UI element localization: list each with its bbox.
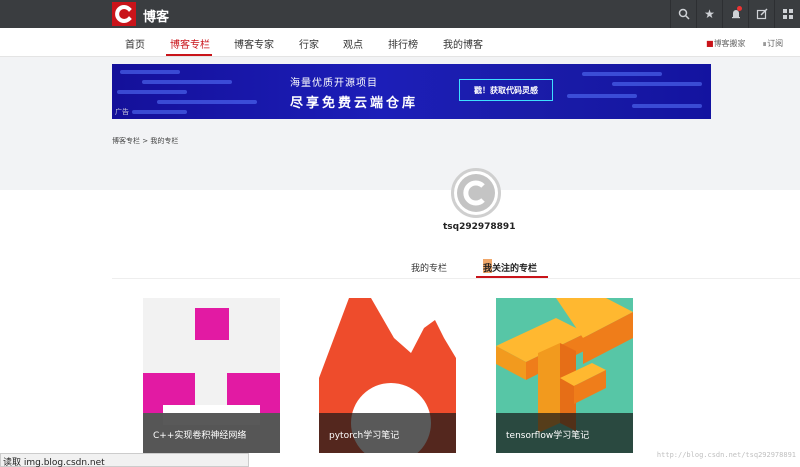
- nav-active-underline: [166, 54, 212, 56]
- top-icon-group: ★: [670, 0, 800, 28]
- csdn-logo[interactable]: [112, 2, 136, 26]
- subscribe-link[interactable]: ∎订阅: [762, 38, 783, 49]
- nav-item-my-blog[interactable]: 我的博客: [443, 36, 483, 51]
- breadcrumb[interactable]: 博客专栏 > 我的专栏: [112, 136, 178, 146]
- nav-item-blog-columns[interactable]: 博客专栏: [170, 36, 210, 51]
- bell-icon[interactable]: [722, 0, 748, 28]
- watermark: http://blog.csdn.net/tsq292978891: [656, 451, 796, 459]
- column-title: C++实现卷积神经网络: [143, 413, 280, 453]
- column-title: pytorch学习笔记: [319, 413, 456, 453]
- nav-item-rankings[interactable]: 排行榜: [388, 36, 418, 51]
- tab-followed-label: 关注的专栏: [492, 264, 538, 274]
- avatar[interactable]: [451, 168, 501, 218]
- banner-line2: 尽享免费云端仓库: [290, 96, 419, 111]
- ad-banner[interactable]: 海量优质开源项目 尽享免费云端仓库 戳！获取代码灵感 广告: [112, 64, 711, 119]
- tab-followed-columns[interactable]: 我关注的专栏: [483, 261, 537, 274]
- column-title: tensorflow学习笔记: [496, 413, 633, 453]
- star-icon[interactable]: ★: [696, 0, 722, 28]
- column-card-pytorch[interactable]: pytorch学习笔记: [319, 298, 456, 453]
- edit-icon[interactable]: [748, 0, 774, 28]
- top-bar: 博客 ★: [0, 0, 800, 28]
- nav-item-blog-experts[interactable]: 博客专家: [234, 36, 274, 51]
- blog-migrate-link[interactable]: ■博客搬家: [706, 38, 746, 49]
- notification-dot: [737, 6, 742, 11]
- avatar-c-icon: [457, 174, 495, 212]
- banner-cta-button[interactable]: 戳！获取代码灵感: [459, 79, 553, 101]
- ad-label: 广告: [115, 108, 129, 116]
- column-card-tensorflow[interactable]: tensorflow学习笔记: [496, 298, 633, 453]
- grid-icon[interactable]: [774, 0, 800, 28]
- main-nav: 首页 博客专栏 博客专家 行家 观点 排行榜 我的博客 ■博客搬家 ∎订阅: [0, 28, 800, 57]
- migrate-icon: ■: [706, 39, 714, 48]
- nav-item-experts[interactable]: 行家: [299, 36, 319, 51]
- tabs-divider: [112, 278, 800, 279]
- tab-my-columns[interactable]: 我的专栏: [411, 261, 447, 274]
- column-card-cpp[interactable]: C++实现卷积神经网络: [143, 298, 280, 453]
- browser-status-bar: 读取 img.blog.csdn.net: [0, 453, 249, 467]
- tab-followed-prefix: 我: [483, 264, 493, 274]
- nav-item-viewpoints[interactable]: 观点: [343, 36, 363, 51]
- search-icon[interactable]: [670, 0, 696, 28]
- logo-c-icon: [115, 5, 132, 23]
- banner-line1: 海量优质开源项目: [290, 78, 378, 89]
- blog-migrate-label: 博客搬家: [713, 39, 746, 48]
- username: tsq292978891: [443, 222, 516, 232]
- site-title[interactable]: 博客: [143, 6, 169, 25]
- nav-item-home[interactable]: 首页: [125, 36, 145, 51]
- subscribe-label: 订阅: [767, 39, 784, 48]
- tab-active-underline: [476, 276, 548, 278]
